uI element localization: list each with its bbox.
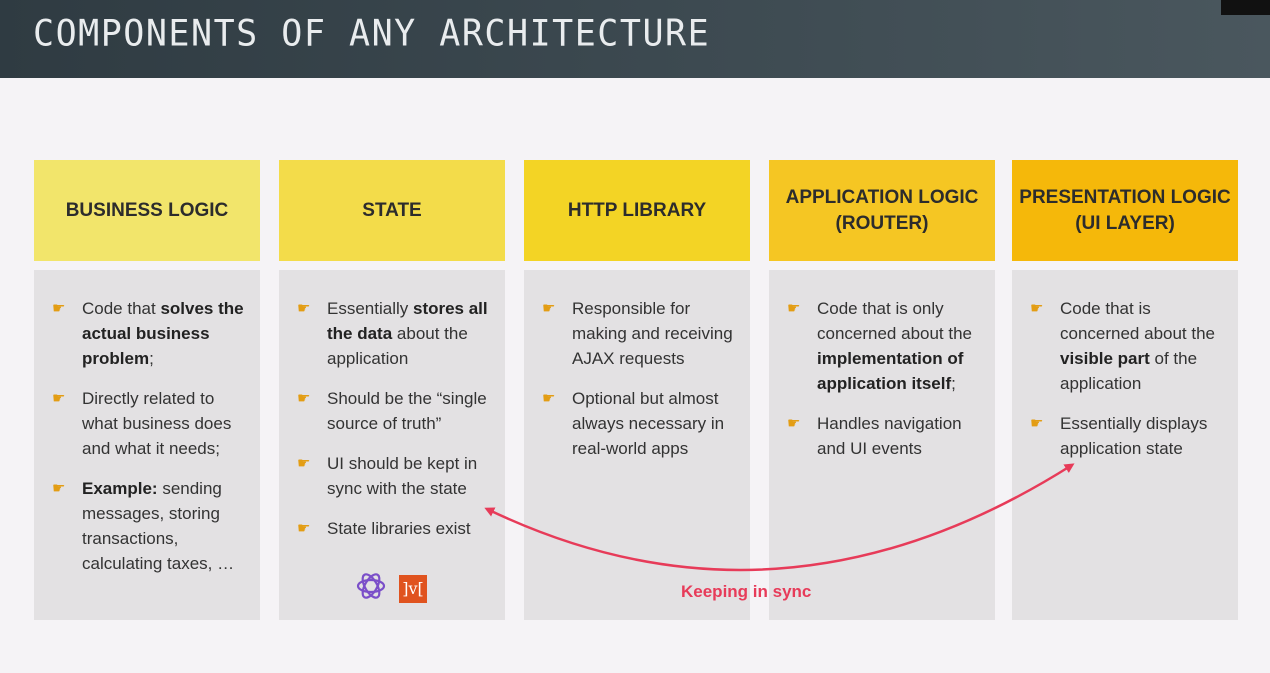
pointing-hand-icon: ☛ [542,390,556,407]
pointing-hand-icon: ☛ [52,390,66,407]
column-state: STATE ☛ Essentially stores all the data a… [279,160,505,620]
list-item: ☛ Essentially stores all the data about t… [297,296,491,371]
pointing-hand-icon: ☛ [52,480,66,497]
redux-logo-icon [355,570,387,607]
bold-text: implementation of application itself [817,349,964,393]
pointing-hand-icon: ☛ [1030,300,1044,317]
list-item: ☛ Code that solves the actual business pr… [52,296,246,371]
column-heading: BUSINESS LOGIC [34,160,260,261]
column-body: ☛ Responsible for making and receiving AJ… [524,270,750,620]
list-item: ☛ Code that is only concerned about the i… [787,296,981,396]
text-segment: Code that is only concerned about the [817,299,973,343]
slide-header: COMPONENTS OF ANY ARCHITECTURE [0,0,1270,78]
pointing-hand-icon: ☛ [297,300,311,317]
text-segment: Directly related to what business does a… [82,389,232,458]
text-segment: ; [149,349,154,368]
column-business-logic: BUSINESS LOGIC ☛ Code that solves the act… [34,160,260,620]
text-segment: Essentially displays application state [1060,414,1208,458]
list-item-text: Optional but almost always necessary in … [572,386,736,461]
list-item-text: Code that solves the actual business pro… [82,296,246,371]
pointing-hand-icon: ☛ [52,300,66,317]
column-heading: PRESENTATION LOGIC (UI LAYER) [1012,160,1238,261]
column-body: ☛ Code that is concerned about the visibl… [1012,270,1238,620]
list-item-text: State libraries exist [327,516,471,541]
list-item-text: Directly related to what business does a… [82,386,246,461]
column-application-logic: APPLICATION LOGIC (ROUTER) ☛ Code that is… [769,160,995,620]
text-segment: Handles navigation and UI events [817,414,962,458]
list-item-text: Code that is only concerned about the im… [817,296,981,396]
list-item-text: Should be the “single source of truth” [327,386,491,436]
text-segment: Optional but almost always necessary in … [572,389,725,458]
text-segment: Responsible for making and receiving AJA… [572,299,733,368]
pointing-hand-icon: ☛ [297,390,311,407]
pointing-hand-icon: ☛ [542,300,556,317]
pointing-hand-icon: ☛ [787,415,801,432]
list-item-text: Example: sending messages, storing trans… [82,476,246,576]
column-http-library: HTTP LIBRARY ☛ Responsible for making and… [524,160,750,620]
pointing-hand-icon: ☛ [297,520,311,537]
column-heading: STATE [279,160,505,261]
bold-text: Example: [82,479,158,498]
list-item: ☛ UI should be kept in sync with the stat… [297,451,491,501]
list-item: ☛ Example: sending messages, storing tran… [52,476,246,576]
text-segment: Code that is concerned about the [1060,299,1216,343]
list-item-text: Handles navigation and UI events [817,411,981,461]
list-item: ☛ Handles navigation and UI events [787,411,981,461]
text-segment: Essentially [327,299,413,318]
column-body: ☛ Code that is only concerned about the i… [769,270,995,620]
column-body: ☛ Code that solves the actual business pr… [34,270,260,620]
bold-text: visible part [1060,349,1150,368]
list-item: ☛ Essentially displays application state [1030,411,1224,461]
text-segment: State libraries exist [327,519,471,538]
text-segment: Code that [82,299,161,318]
list-item-text: Code that is concerned about the visible… [1060,296,1224,396]
list-item-text: Essentially displays application state [1060,411,1224,461]
list-item: ☛ Code that is concerned about the visibl… [1030,296,1224,396]
list-item: ☛ Should be the “single source of truth” [297,386,491,436]
text-segment: ; [951,374,956,393]
column-presentation-logic: PRESENTATION LOGIC (UI LAYER) ☛ Code that… [1012,160,1238,620]
list-item: ☛ Responsible for making and receiving AJ… [542,296,736,371]
text-segment: UI should be kept in sync with the state [327,454,478,498]
list-item: ☛ Optional but almost always necessary in… [542,386,736,461]
list-item-text: Essentially stores all the data about th… [327,296,491,371]
corner-overlay [1221,0,1270,15]
list-item-text: UI should be kept in sync with the state [327,451,491,501]
column-body: ☛ Essentially stores all the data about t… [279,270,505,620]
column-heading: HTTP LIBRARY [524,160,750,261]
list-item: ☛ Directly related to what business does … [52,386,246,461]
column-heading: APPLICATION LOGIC (ROUTER) [769,160,995,261]
slide-title: COMPONENTS OF ANY ARCHITECTURE [33,13,711,55]
state-libraries: ]v[ [355,570,427,607]
list-item: ☛ State libraries exist [297,516,491,541]
list-item-text: Responsible for making and receiving AJA… [572,296,736,371]
mobx-logo-icon: ]v[ [399,574,427,603]
sync-label: Keeping in sync [681,582,812,601]
pointing-hand-icon: ☛ [787,300,801,317]
text-segment: Should be the “single source of truth” [327,389,487,433]
pointing-hand-icon: ☛ [1030,415,1044,432]
pointing-hand-icon: ☛ [297,455,311,472]
